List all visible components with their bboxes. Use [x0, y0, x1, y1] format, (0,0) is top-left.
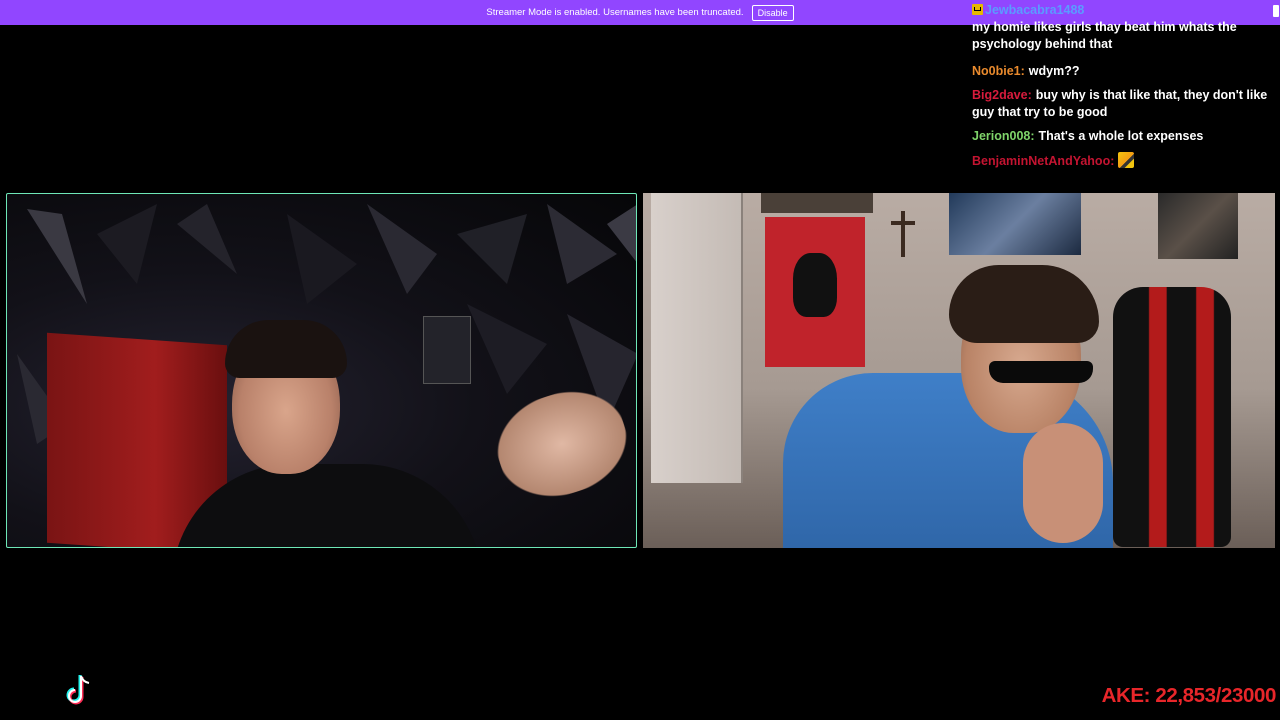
sunglasses: [989, 361, 1093, 383]
gaming-chair: [1113, 287, 1231, 547]
guest-hair: [949, 265, 1099, 343]
disable-button[interactable]: Disable: [751, 4, 794, 21]
chat-username[interactable]: No0bie1:: [972, 64, 1025, 78]
wall-art: [761, 193, 873, 213]
chat-text: my homie likes girls thay beat him whats…: [972, 20, 1237, 51]
wall-poster: [423, 316, 471, 384]
chat-message: Big2dave: buy why is that like that, they…: [972, 87, 1274, 121]
chat-message: BenjaminNetAndYahoo:: [972, 152, 1274, 170]
tiktok-logo-icon: [66, 675, 90, 705]
left-webcam-feed: [6, 193, 637, 548]
guest-hand: [1023, 423, 1103, 543]
chat-overlay: Jewbacabra1488 my homie likes girls thay…: [968, 2, 1274, 177]
wall-cross: [891, 211, 915, 257]
eagle-emblem-icon: [793, 253, 837, 317]
goal-counter: AKE: 22,853/23000: [1101, 684, 1277, 707]
chat-message: Jerion008: That's a whole lot expenses: [972, 128, 1274, 145]
streamer-hair: [225, 320, 347, 378]
door: [651, 193, 743, 483]
chat-username[interactable]: Big2dave:: [972, 88, 1032, 102]
lion-painting: [1158, 193, 1238, 259]
chat-username[interactable]: Jerion008:: [972, 129, 1035, 143]
crown-badge-icon: [972, 4, 983, 15]
right-webcam-feed: [643, 193, 1275, 548]
streamer-mode-text: Streamer Mode is enabled. Usernames have…: [486, 7, 744, 18]
wall-painting: [949, 193, 1081, 255]
chat-text: wdym??: [1028, 64, 1080, 78]
chat-message: No0bie1: wdym??: [972, 63, 1274, 80]
chat-text: That's a whole lot expenses: [1038, 129, 1204, 143]
chat-username[interactable]: Jewbacabra1488: [985, 3, 1084, 17]
emote-icon: [1118, 152, 1135, 168]
chat-settings-icon[interactable]: [1273, 5, 1279, 17]
chat-username[interactable]: BenjaminNetAndYahoo:: [972, 154, 1114, 168]
chat-message: Jewbacabra1488 my homie likes girls thay…: [972, 2, 1274, 53]
